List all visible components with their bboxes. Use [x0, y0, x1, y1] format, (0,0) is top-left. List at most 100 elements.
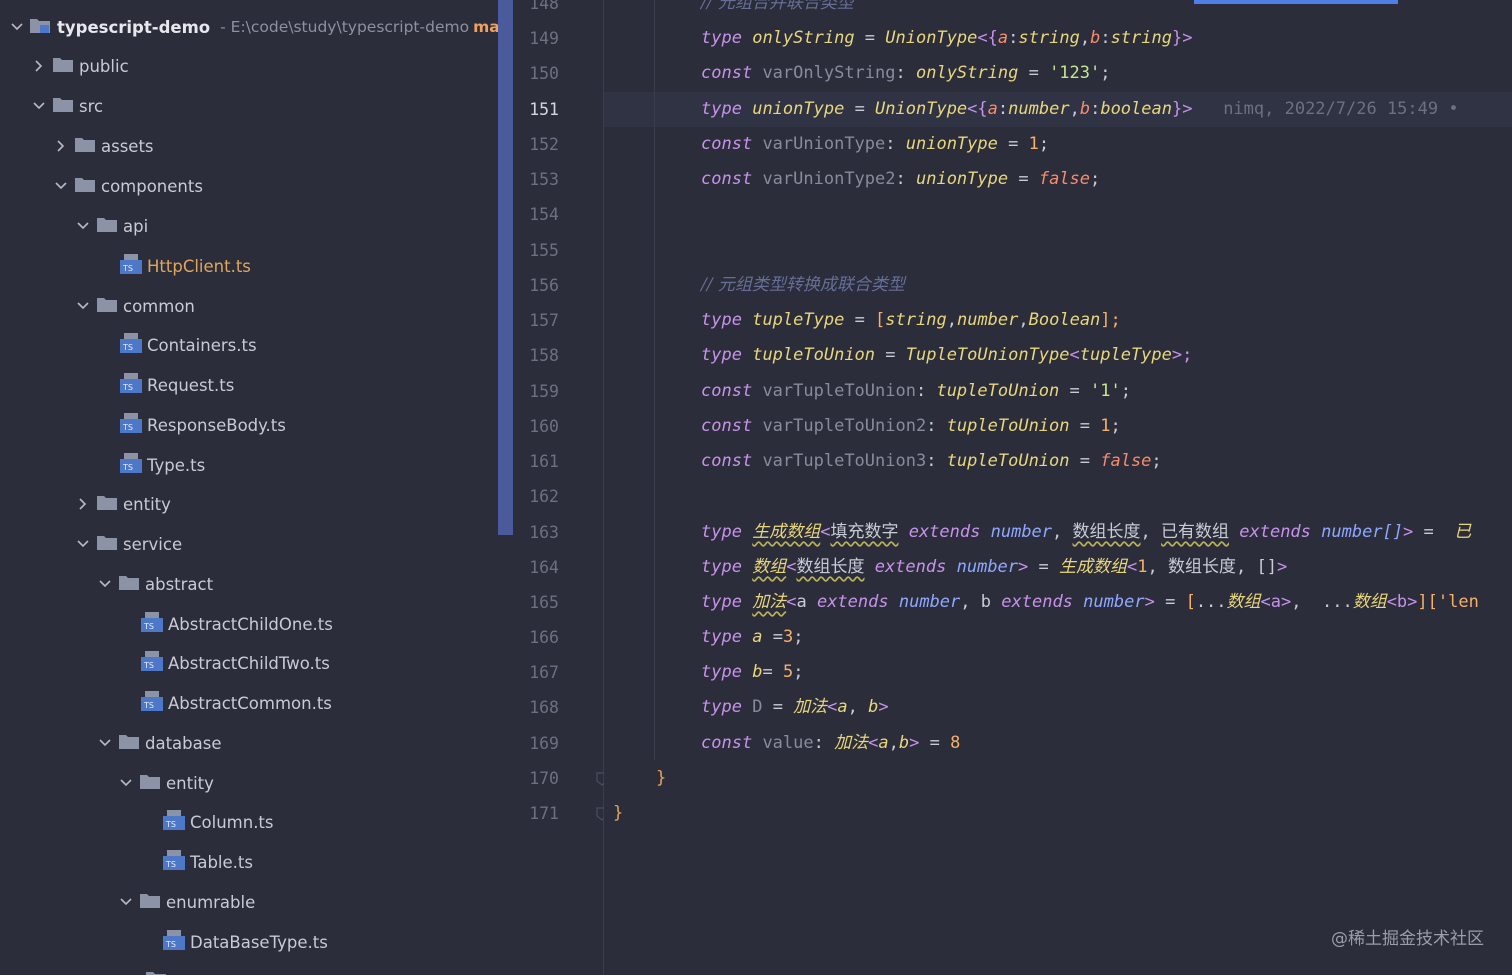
tree-item-label: Column.ts [190, 812, 274, 832]
tree-item-db-entity[interactable]: entity [0, 763, 498, 803]
tree-item-service[interactable]: service [0, 524, 498, 564]
svg-text:TS: TS [122, 264, 133, 273]
punct: , [1069, 99, 1080, 119]
code-comment: // 元组类型转换成联合类型 [701, 275, 905, 295]
type-ref: UnionType [875, 99, 968, 119]
type-param: b [980, 592, 992, 612]
punct: ; [1151, 451, 1162, 471]
tree-file-request[interactable]: TS Request.ts [0, 365, 498, 405]
punct: , [1291, 592, 1322, 612]
line-number: 155 [529, 241, 559, 260]
chevron-right-icon[interactable] [74, 495, 92, 513]
bracket: < [1127, 557, 1138, 577]
svg-text:TS: TS [165, 940, 176, 949]
chevron-down-icon[interactable] [96, 575, 114, 593]
tree-item-label: entity [166, 773, 214, 793]
type-ref: 数组 [1352, 592, 1387, 612]
tree-file-abstractchildone[interactable]: TS AbstractChildOne.ts [0, 604, 498, 644]
type-ref: 生成数组 [1059, 557, 1127, 577]
tree-item-common[interactable]: common [0, 286, 498, 326]
punct: : [1008, 28, 1019, 48]
type-ref: string [1110, 28, 1172, 48]
typescript-file-icon: TS [120, 453, 142, 477]
tree-file-table[interactable]: TS Table.ts [0, 842, 498, 882]
operator: = [1069, 416, 1101, 436]
keyword: type [701, 557, 742, 577]
operator: = [762, 627, 783, 647]
svg-text:TS: TS [143, 661, 154, 670]
keyword: const [701, 381, 753, 401]
typescript-file-icon: TS [163, 930, 185, 954]
type-name: 数组 [752, 557, 787, 577]
type-ref: number [990, 522, 1053, 542]
typescript-file-icon: TS [163, 810, 185, 834]
index-access: ]['len [1417, 592, 1479, 612]
number-literal: 5 [782, 662, 794, 682]
tree-item-label: abstract [145, 574, 214, 594]
bracket: }> [1171, 99, 1193, 119]
tree-file-httpclient[interactable]: TS HttpClient.ts [0, 246, 498, 286]
line-number: 158 [529, 346, 559, 365]
svg-text:TS: TS [143, 622, 154, 631]
punct: : [926, 451, 947, 471]
tree-item-api[interactable]: api [0, 206, 498, 246]
tree-item-label: AbstractChildTwo.ts [168, 653, 330, 673]
chevron-down-icon[interactable] [74, 297, 92, 315]
tree-item-components[interactable]: components [0, 166, 498, 206]
code-line-157: type tupleType = [string,number,Boolean]… [701, 303, 1121, 338]
folder-icon [119, 574, 139, 594]
tree-item-enumrable[interactable]: enumrable [0, 882, 498, 922]
git-blame-annotation[interactable]: nimq, 2022/7/26 15:49 • [1223, 99, 1458, 119]
number-literal: 1 [1137, 557, 1148, 577]
operator: = [762, 662, 783, 682]
tree-root[interactable]: typescript-demo - E:\code\study\typescri… [0, 7, 498, 47]
sidebar-scrollbar[interactable] [498, 0, 513, 535]
bracket: ]; [1100, 310, 1121, 330]
keyword: const [701, 169, 753, 189]
chevron-down-icon[interactable] [74, 217, 92, 235]
bracket: > [909, 733, 920, 753]
chevron-down-icon[interactable] [117, 774, 135, 792]
code-editor[interactable]: // 元组合并联合类型 type onlyString = UnionType<… [604, 0, 1512, 975]
line-number: 149 [529, 29, 559, 48]
tree-file-databasetype[interactable]: TS DataBaseType.ts [0, 922, 498, 962]
tree-item-assets[interactable]: assets [0, 126, 498, 166]
operator: = [854, 28, 886, 48]
typescript-file-icon: TS [141, 612, 163, 636]
chevron-down-icon[interactable] [117, 893, 135, 911]
type-name: tupleType [752, 310, 845, 330]
tree-item-public[interactable]: public [0, 46, 498, 86]
operator: = [919, 733, 951, 753]
type-ref: a [837, 697, 848, 717]
tree-item-abstract[interactable]: abstract [0, 564, 498, 604]
tree-item-entity[interactable]: entity [0, 484, 498, 524]
tree-file-column[interactable]: TS Column.ts [0, 802, 498, 842]
type-param: 已有数组 [1161, 522, 1229, 542]
tree-file-type[interactable]: TS Type.ts [0, 445, 498, 485]
keyword: type [701, 627, 742, 647]
operator: = [762, 697, 794, 717]
type-ref: number [898, 592, 961, 612]
tree-item-label: api [123, 216, 149, 236]
type-ref: 已 [1454, 522, 1472, 542]
chevron-down-icon[interactable] [30, 97, 48, 115]
chevron-right-icon[interactable] [52, 137, 70, 155]
tree-file-containers[interactable]: TS Containers.ts [0, 325, 498, 365]
chevron-down-icon[interactable] [74, 535, 92, 553]
tree-item-src[interactable]: src [0, 86, 498, 126]
tree-file-abstractcommon[interactable]: TS AbstractCommon.ts [0, 683, 498, 723]
line-number: 165 [529, 593, 559, 612]
line-number: 166 [529, 628, 559, 647]
tree-item-database[interactable]: database [0, 723, 498, 763]
tree-file-responsebody[interactable]: TS ResponseBody.ts [0, 405, 498, 445]
chevron-right-icon[interactable] [30, 57, 48, 75]
boolean-literal: false [1038, 169, 1091, 189]
tree-file-abstractchildtwo[interactable]: TS AbstractChildTwo.ts [0, 643, 498, 683]
chevron-down-icon[interactable] [96, 734, 114, 752]
folder-icon [53, 96, 73, 116]
chevron-down-icon[interactable] [52, 177, 70, 195]
chevron-down-icon[interactable] [10, 18, 24, 36]
string-literal: '1' [1090, 381, 1121, 401]
code-line-161: const varTupleToUnion3: tupleToUnion = f… [701, 444, 1162, 479]
variable: value [762, 733, 814, 753]
